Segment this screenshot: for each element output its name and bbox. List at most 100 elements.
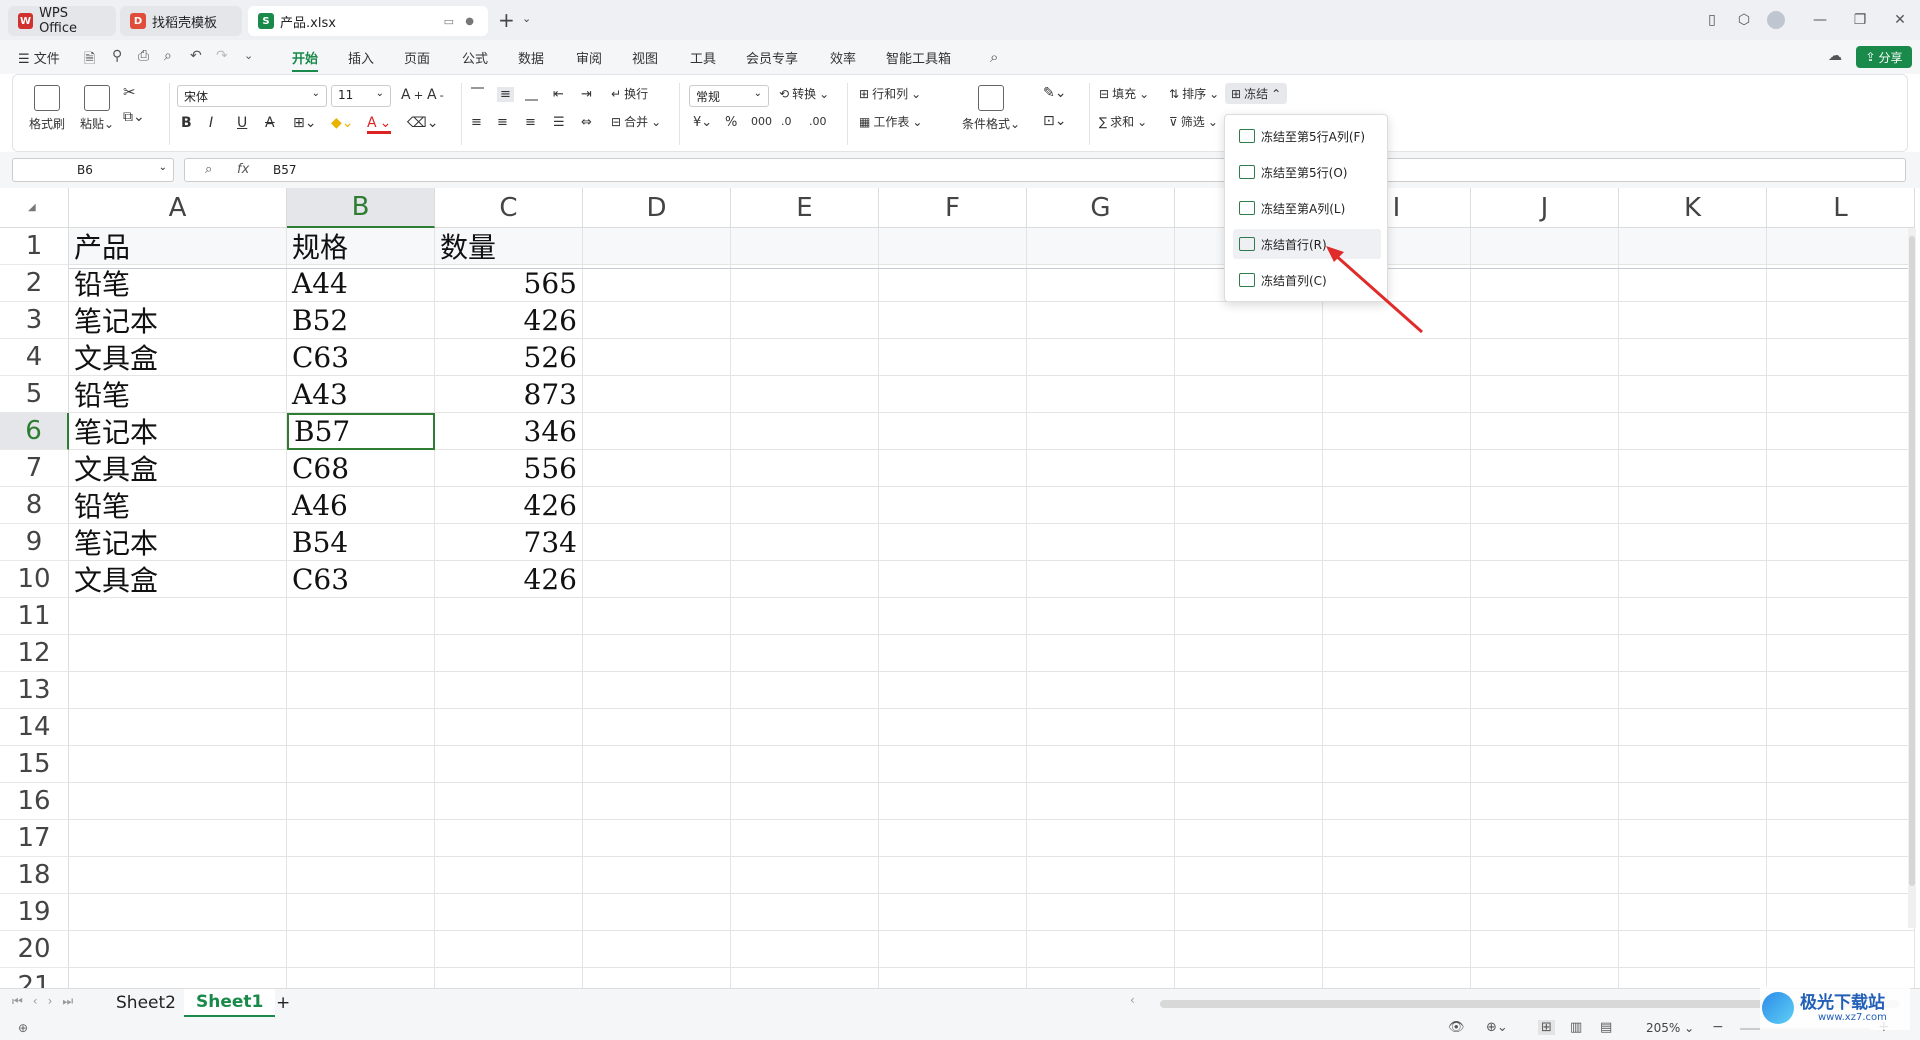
select-all-corner[interactable]: ◢	[0, 188, 69, 228]
empty-cell[interactable]	[1027, 487, 1175, 524]
empty-cell[interactable]	[731, 783, 879, 820]
data-cell[interactable]: 526	[435, 339, 583, 376]
empty-cell[interactable]	[69, 857, 287, 894]
column-header-C[interactable]: C	[435, 188, 583, 228]
empty-cell[interactable]	[1323, 783, 1471, 820]
empty-cell[interactable]	[1471, 228, 1619, 265]
empty-cell[interactable]	[731, 931, 879, 968]
row-header-17[interactable]: 17	[0, 820, 69, 857]
empty-cell[interactable]	[435, 783, 583, 820]
data-cell[interactable]: 文具盒	[69, 561, 287, 598]
align-top-icon[interactable]: ⎺	[471, 87, 484, 102]
empty-cell[interactable]	[583, 635, 731, 672]
redo-icon[interactable]: ↷	[216, 48, 228, 64]
empty-cell[interactable]	[1767, 672, 1915, 709]
menu-item-8[interactable]: 会员专享	[746, 48, 798, 67]
empty-cell[interactable]	[287, 820, 435, 857]
empty-cell[interactable]	[1175, 635, 1323, 672]
empty-cell[interactable]	[1471, 450, 1619, 487]
empty-cell[interactable]	[879, 783, 1027, 820]
data-cell[interactable]: 笔记本	[69, 302, 287, 339]
menu-item-0[interactable]: 开始	[292, 48, 318, 67]
empty-cell[interactable]	[1619, 265, 1767, 302]
empty-cell[interactable]	[583, 598, 731, 635]
empty-cell[interactable]	[1767, 894, 1915, 931]
empty-cell[interactable]	[1175, 376, 1323, 413]
empty-cell[interactable]	[583, 376, 731, 413]
empty-cell[interactable]	[583, 228, 731, 265]
data-cell[interactable]: 556	[435, 450, 583, 487]
empty-cell[interactable]	[879, 228, 1027, 265]
empty-cell[interactable]	[1323, 709, 1471, 746]
empty-cell[interactable]	[1175, 302, 1323, 339]
eraser-icon[interactable]: ⌫⌄	[407, 115, 439, 131]
empty-cell[interactable]	[1619, 931, 1767, 968]
empty-cell[interactable]	[1175, 450, 1323, 487]
unsaved-dot-icon[interactable]: ●	[465, 16, 474, 27]
empty-cell[interactable]	[583, 746, 731, 783]
minimize-icon[interactable]: —	[1808, 8, 1832, 32]
empty-cell[interactable]	[69, 894, 287, 931]
freeze-button[interactable]: ⊞ 冻结 ⌃	[1225, 83, 1288, 104]
empty-cell[interactable]	[1175, 339, 1323, 376]
data-cell[interactable]: 426	[435, 487, 583, 524]
empty-cell[interactable]	[1027, 450, 1175, 487]
font-color-button[interactable]: A ⌄	[367, 115, 392, 134]
copy-icon[interactable]: ⧉⌄	[123, 109, 145, 125]
data-cell[interactable]: A43	[287, 376, 435, 413]
empty-cell[interactable]	[287, 857, 435, 894]
increase-decimal-icon[interactable]: .0	[781, 115, 792, 128]
add-sheet-button[interactable]: +	[264, 989, 302, 1017]
empty-cell[interactable]	[1619, 487, 1767, 524]
empty-cell[interactable]	[1323, 931, 1471, 968]
page-layout-icon[interactable]: ▥	[1570, 1020, 1582, 1035]
empty-cell[interactable]	[1767, 376, 1915, 413]
empty-cell[interactable]	[1027, 783, 1175, 820]
row-header-11[interactable]: 11	[0, 598, 69, 635]
decrease-decimal-icon[interactable]: .00	[809, 115, 827, 128]
empty-cell[interactable]	[1619, 672, 1767, 709]
column-header-D[interactable]: D	[583, 188, 731, 228]
macro-icon[interactable]: ⊕	[18, 1021, 28, 1035]
selected-cell[interactable]: B57	[287, 413, 435, 450]
empty-cell[interactable]	[1767, 635, 1915, 672]
empty-cell[interactable]	[879, 635, 1027, 672]
empty-cell[interactable]	[583, 857, 731, 894]
menu-item-2[interactable]: 页面	[404, 48, 430, 67]
empty-cell[interactable]	[731, 635, 879, 672]
empty-cell[interactable]	[583, 894, 731, 931]
empty-cell[interactable]	[731, 709, 879, 746]
empty-cell[interactable]	[287, 746, 435, 783]
empty-cell[interactable]	[1767, 857, 1915, 894]
italic-button[interactable]: I	[209, 115, 213, 131]
strikethrough-button[interactable]: A	[265, 115, 275, 131]
empty-cell[interactable]	[1471, 598, 1619, 635]
empty-cell[interactable]	[879, 857, 1027, 894]
empty-cell[interactable]	[1471, 376, 1619, 413]
empty-cell[interactable]	[1027, 339, 1175, 376]
empty-cell[interactable]	[435, 746, 583, 783]
data-cell[interactable]: 426	[435, 561, 583, 598]
empty-cell[interactable]	[1767, 783, 1915, 820]
column-header-G[interactable]: G	[1027, 188, 1175, 228]
indent-decrease-icon[interactable]: ⇤	[553, 87, 564, 102]
empty-cell[interactable]	[879, 413, 1027, 450]
empty-cell[interactable]	[879, 265, 1027, 302]
empty-cell[interactable]	[1175, 857, 1323, 894]
empty-cell[interactable]	[583, 524, 731, 561]
indent-increase-icon[interactable]: ⇥	[581, 87, 592, 102]
data-cell[interactable]: 426	[435, 302, 583, 339]
column-header-E[interactable]: E	[731, 188, 879, 228]
conditional-format-button[interactable]: 条件格式⌄	[961, 85, 1021, 132]
empty-cell[interactable]	[1619, 302, 1767, 339]
number-format-select[interactable]: 常规 ⌄	[689, 85, 769, 107]
empty-cell[interactable]	[69, 931, 287, 968]
underline-button[interactable]: U	[237, 115, 247, 131]
thousands-icon[interactable]: 000	[751, 115, 772, 128]
percent-icon[interactable]: %	[725, 115, 737, 130]
rows-cols-button[interactable]: ⊞ 行和列 ⌄	[859, 85, 921, 102]
data-cell[interactable]: 铅笔	[69, 265, 287, 302]
row-header-2[interactable]: 2	[0, 265, 69, 302]
empty-cell[interactable]	[435, 820, 583, 857]
empty-cell[interactable]	[1027, 265, 1175, 302]
